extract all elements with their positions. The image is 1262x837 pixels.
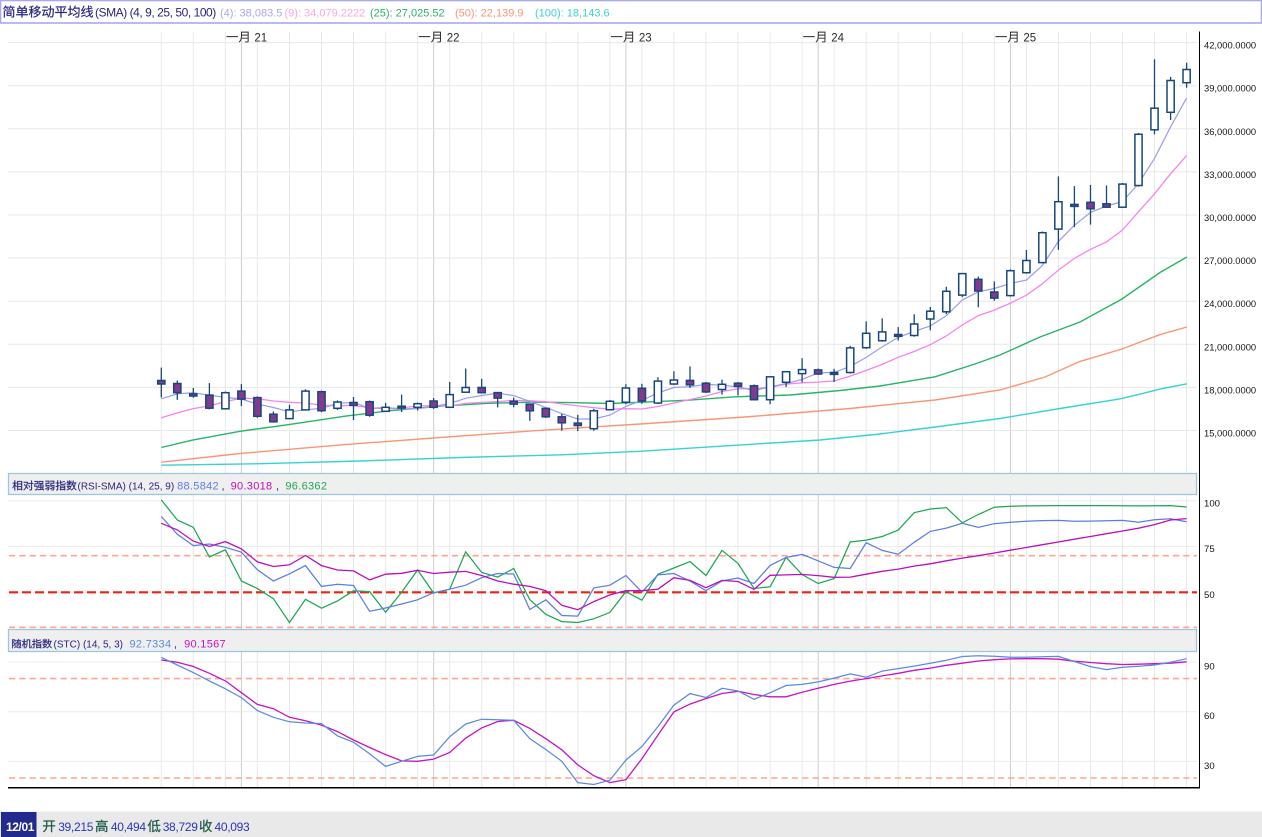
svg-text:,: ,	[222, 481, 225, 493]
svg-text:23: 23	[639, 33, 652, 45]
svg-text:(25): 27,025.52: (25): 27,025.52	[370, 8, 445, 20]
svg-text:,: ,	[276, 481, 279, 493]
svg-text:42,000.0000: 42,000.0000	[1204, 40, 1256, 51]
svg-text:90.3018: 90.3018	[231, 481, 273, 493]
svg-text:38,729: 38,729	[163, 820, 199, 834]
svg-text:96.6362: 96.6362	[285, 481, 327, 493]
svg-text:88.5842: 88.5842	[177, 481, 219, 493]
svg-text:40,093: 40,093	[215, 820, 251, 834]
svg-text:24: 24	[831, 33, 844, 45]
svg-text:27,000.0000: 27,000.0000	[1204, 255, 1256, 266]
svg-text:21: 21	[254, 33, 267, 45]
svg-text:39,000.0000: 39,000.0000	[1204, 83, 1256, 94]
svg-text:39,215: 39,215	[58, 820, 94, 834]
svg-text:25: 25	[1023, 33, 1036, 45]
svg-text:36,000.0000: 36,000.0000	[1204, 126, 1256, 137]
svg-text:50: 50	[1204, 590, 1215, 601]
svg-text:(50): 22,139.9: (50): 22,139.9	[455, 8, 524, 20]
svg-text:(4): 38,083.5: (4): 38,083.5	[220, 8, 282, 20]
svg-text:12/01: 12/01	[6, 820, 35, 834]
svg-text:(9): 34,079.2222: (9): 34,079.2222	[285, 8, 366, 20]
svg-text:60: 60	[1204, 711, 1215, 722]
svg-text:22: 22	[447, 33, 460, 45]
svg-text:90.1567: 90.1567	[184, 639, 226, 651]
svg-text:24,000.0000: 24,000.0000	[1204, 298, 1256, 309]
svg-text:100: 100	[1204, 498, 1220, 509]
svg-text:15,000.0000: 15,000.0000	[1204, 428, 1256, 439]
svg-text:(100): 18,143.6: (100): 18,143.6	[535, 8, 610, 20]
svg-text:18,000.0000: 18,000.0000	[1204, 384, 1256, 395]
svg-text:,: ,	[174, 639, 177, 651]
svg-text:(STC) (14, 5, 3): (STC) (14, 5, 3)	[54, 640, 123, 651]
svg-text:92.7334: 92.7334	[130, 639, 172, 651]
svg-text:21,000.0000: 21,000.0000	[1204, 341, 1256, 352]
svg-text:30,000.0000: 30,000.0000	[1204, 212, 1256, 223]
svg-text:75: 75	[1204, 544, 1215, 555]
svg-text:40,494: 40,494	[111, 820, 147, 834]
svg-text:(SMA) (4, 9, 25, 50, 100): (SMA) (4, 9, 25, 50, 100)	[95, 6, 216, 20]
svg-text:90: 90	[1204, 662, 1215, 673]
svg-text:30: 30	[1204, 761, 1215, 772]
svg-text:33,000.0000: 33,000.0000	[1204, 169, 1256, 180]
svg-text:(RSI-SMA) (14, 25, 9): (RSI-SMA) (14, 25, 9)	[78, 482, 175, 493]
